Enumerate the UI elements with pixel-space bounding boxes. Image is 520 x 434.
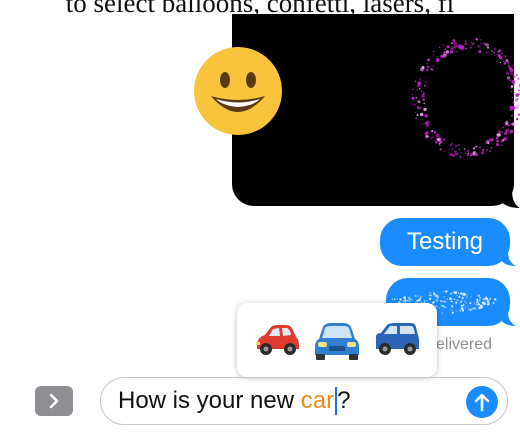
imessage-screen: to select balloons, confetti, lasers, fi… [0,0,520,434]
emoji-suggestion-popup [237,303,437,377]
bubble-tail [500,312,516,326]
send-button[interactable] [466,386,498,418]
arrow-up-icon [474,393,490,412]
red-car-emoji[interactable] [251,318,303,362]
confetti-ring-icon [411,37,520,159]
bubble-tail [500,252,516,266]
smiley-face-icon [194,47,282,135]
emoji-replace-highlight[interactable]: car [301,387,334,415]
delivered-status: elivered [436,336,493,353]
blue-suv-emoji[interactable] [371,318,423,362]
typed-text-suffix: ? [337,387,351,414]
blue-car-front-emoji[interactable] [311,318,363,362]
message-bubble-testing[interactable]: Testing [380,218,510,266]
chevron-right-icon [49,393,59,409]
media-bubble-tail [498,190,520,208]
message-text: Testing [406,228,484,255]
message-input[interactable]: How is your new car? [100,377,508,425]
typed-text: How is your new [118,387,301,414]
expand-apps-button[interactable] [35,386,73,416]
